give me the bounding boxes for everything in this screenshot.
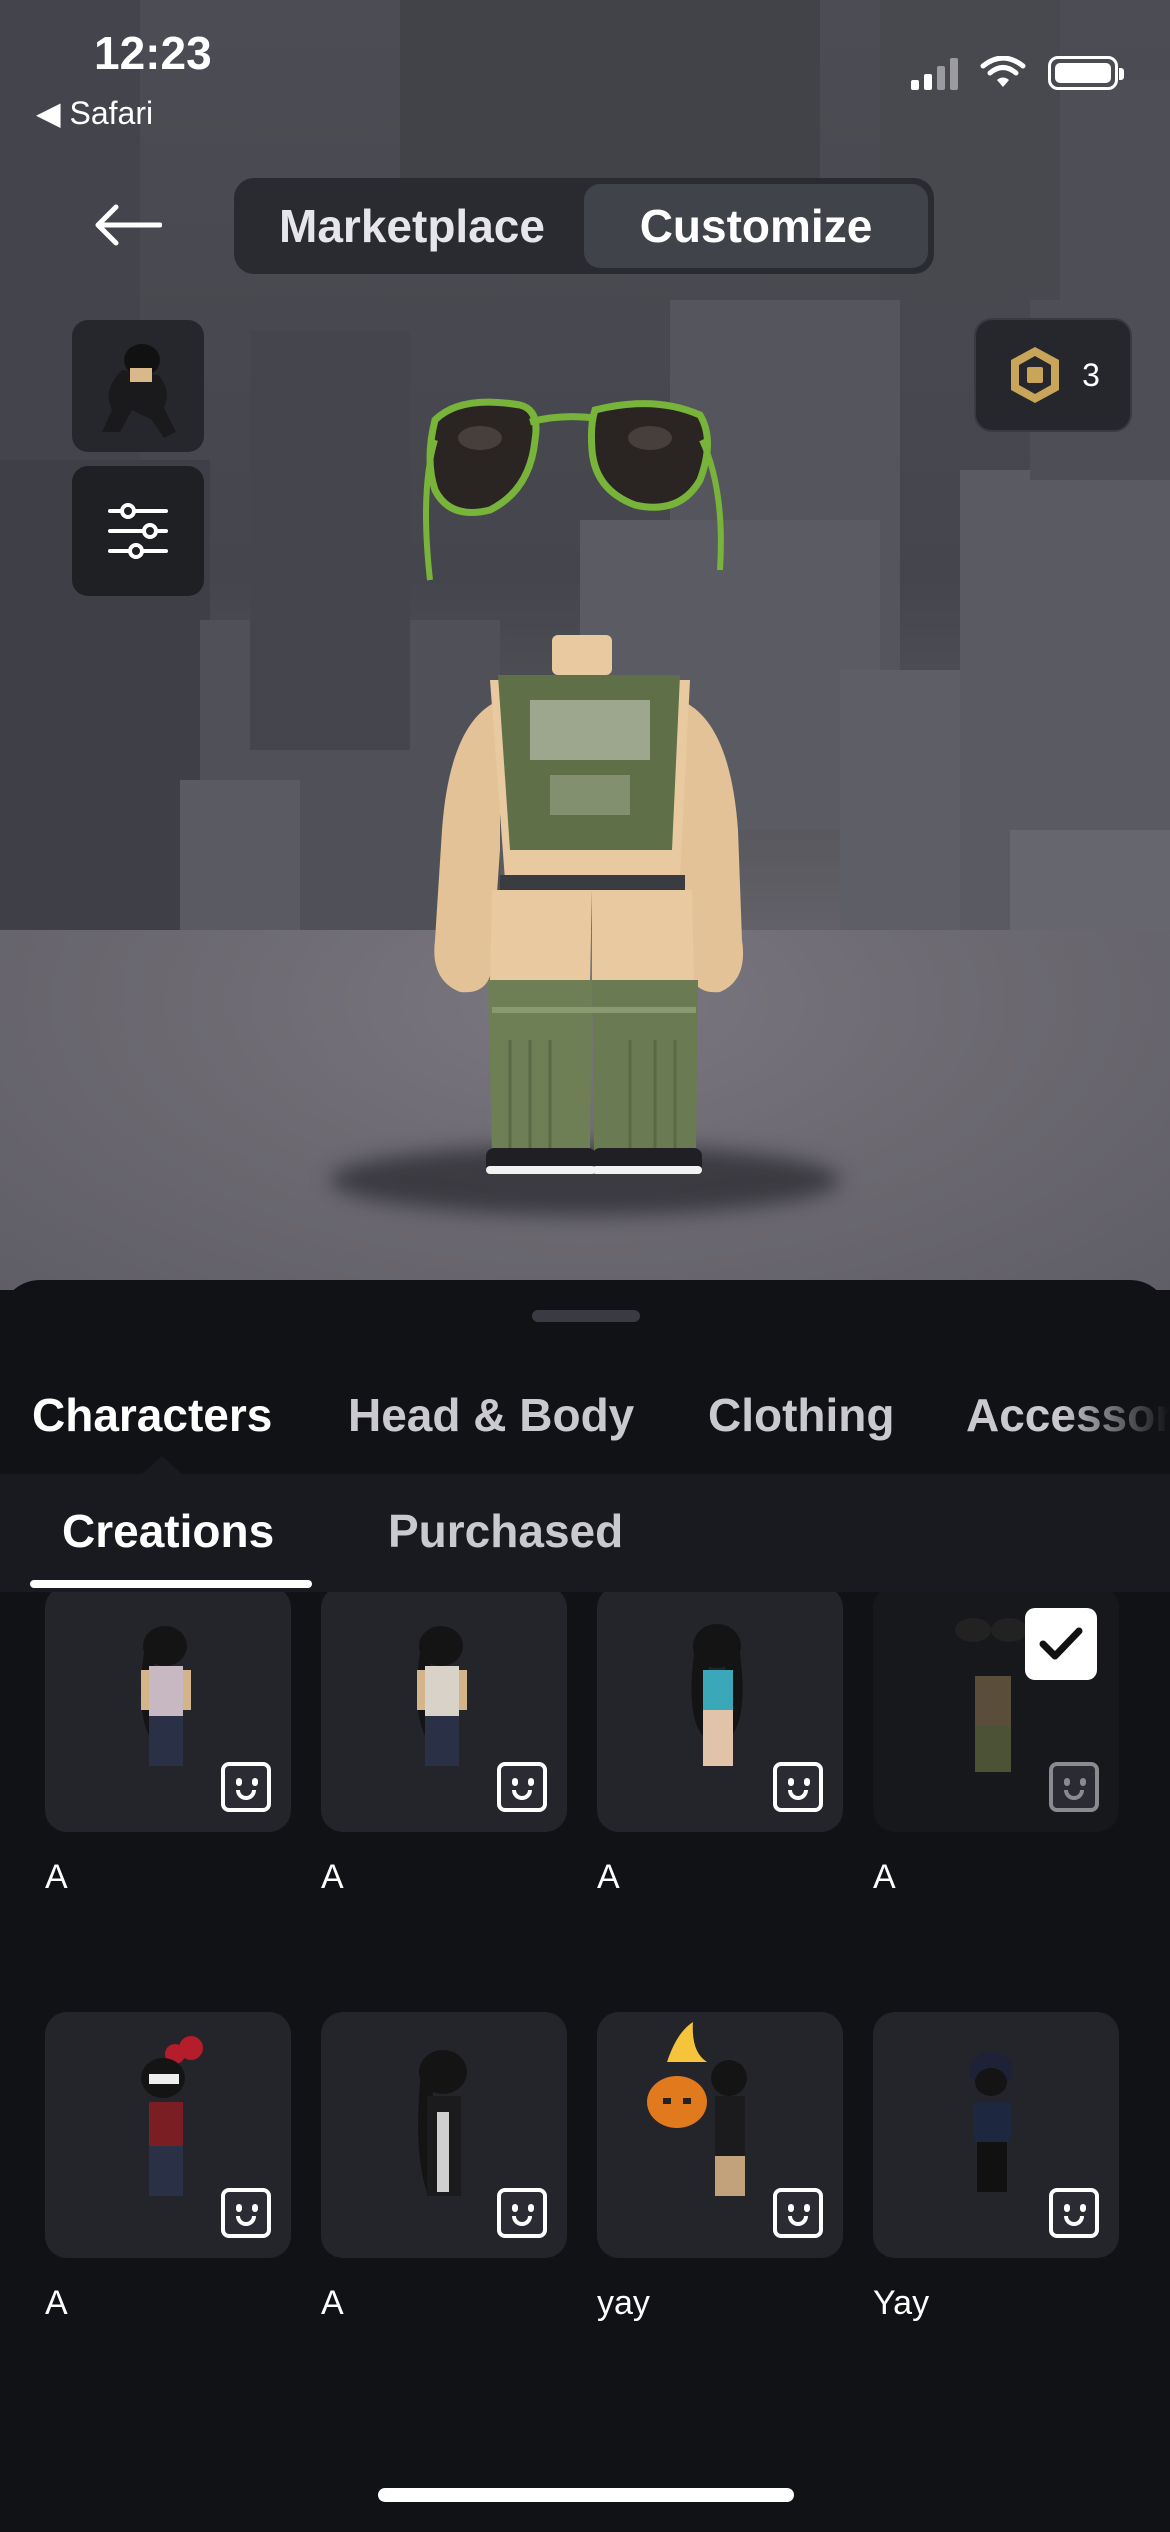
selected-checkbox[interactable]	[1025, 1608, 1097, 1680]
robux-icon	[1011, 347, 1060, 403]
robux-balance-button[interactable]: 3	[974, 318, 1132, 432]
character-card-selected[interactable]	[873, 1592, 1119, 1832]
back-to-safari-link[interactable]: ◀ Safari	[36, 94, 153, 132]
character-card[interactable]	[321, 1592, 567, 1832]
active-subtab-underline	[30, 1580, 312, 1588]
character-name: A	[597, 1858, 620, 1896]
avatar-thumbnail-button[interactable]	[72, 320, 204, 452]
character-name: yay	[597, 2284, 650, 2322]
robux-count: 3	[1082, 356, 1100, 393]
battery-icon	[1048, 56, 1124, 90]
avatar-model[interactable]	[380, 380, 800, 1200]
emote-face-icon	[1049, 2188, 1099, 2238]
status-time: 12:23	[94, 27, 212, 79]
mode-segmented-control: Marketplace Customize	[234, 178, 934, 274]
character-name: Yay	[873, 2284, 930, 2322]
tab-head-body[interactable]: Head & Body	[348, 1388, 634, 1442]
customize-bottom-sheet: Characters Head & Body Clothing Accessor…	[0, 1280, 1170, 2532]
characters-grid: A A A A A A yay Yay	[0, 1592, 1170, 2452]
tabs-fade-overlay	[1060, 1360, 1170, 1474]
segment-customize[interactable]: Customize	[584, 184, 928, 268]
segment-marketplace[interactable]: Marketplace	[240, 184, 584, 268]
home-indicator[interactable]	[378, 2488, 794, 2502]
avatar-thumbnail-icon	[102, 344, 176, 438]
sliders-icon	[108, 503, 168, 559]
subtab-creations[interactable]: Creations	[62, 1504, 274, 1558]
emote-face-icon	[773, 2188, 823, 2238]
back-button[interactable]	[82, 190, 172, 260]
emote-face-icon	[497, 2188, 547, 2238]
character-name: A	[45, 1858, 68, 1896]
wifi-icon	[980, 56, 1026, 87]
character-name: A	[873, 1858, 896, 1896]
character-card[interactable]	[45, 1592, 291, 1832]
avatar-preview-scene[interactable]: 12:23 ◀ Safari Marketplace Customize 3	[0, 0, 1170, 1290]
character-name: A	[321, 1858, 344, 1896]
tab-clothing[interactable]: Clothing	[708, 1388, 895, 1442]
emote-face-icon	[221, 1762, 271, 1812]
settings-button[interactable]	[72, 466, 204, 596]
character-card[interactable]	[597, 2012, 843, 2258]
subtab-purchased[interactable]: Purchased	[388, 1504, 623, 1558]
back-arrow-icon	[95, 204, 162, 246]
sheet-grabber-handle[interactable]	[532, 1310, 640, 1322]
emote-face-icon	[497, 1762, 547, 1812]
character-card[interactable]	[597, 1592, 843, 1832]
character-card[interactable]	[321, 2012, 567, 2258]
emote-face-icon	[773, 1762, 823, 1812]
sunglasses-accessory	[423, 398, 724, 581]
cellular-signal-icon	[911, 56, 958, 90]
status-icons	[911, 56, 1124, 90]
checkmark-icon	[1039, 1627, 1083, 1660]
sub-tabs: Creations Purchased	[0, 1456, 1170, 1592]
emote-face-icon	[221, 2188, 271, 2238]
emote-face-icon	[1049, 1762, 1099, 1812]
character-card[interactable]	[873, 2012, 1119, 2258]
character-name: A	[321, 2284, 344, 2322]
tab-characters[interactable]: Characters	[32, 1388, 272, 1442]
character-name: A	[45, 2284, 68, 2322]
character-card[interactable]	[45, 2012, 291, 2258]
